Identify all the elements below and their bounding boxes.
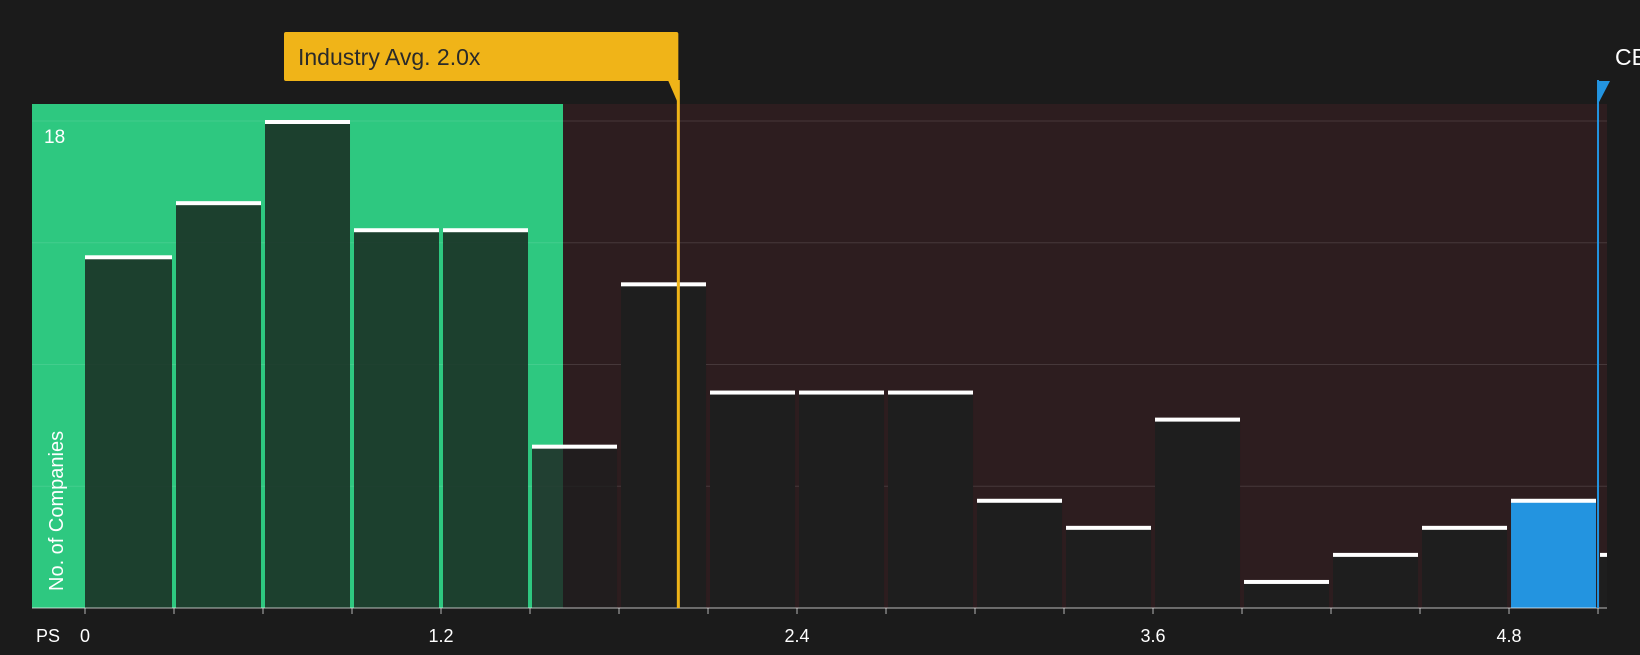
histogram-bar-top xyxy=(443,228,529,233)
histogram-bar-top xyxy=(710,390,796,395)
histogram-bar-top xyxy=(265,120,351,124)
histogram-bar-top xyxy=(1511,498,1597,503)
company-label: CECO 5.1x xyxy=(1615,44,1640,70)
histogram-bar-top xyxy=(1333,552,1419,557)
x-tick-label: 3.6 xyxy=(1140,626,1165,646)
histogram-bar xyxy=(265,121,351,608)
x-tick-label: 1.2 xyxy=(428,626,453,646)
histogram-bar-top xyxy=(1155,417,1241,422)
histogram-bar xyxy=(1244,580,1330,608)
histogram-bar-top xyxy=(85,255,173,260)
x-axis-label: PS xyxy=(36,626,60,646)
histogram-bar xyxy=(85,256,173,608)
histogram-bar-top xyxy=(1244,579,1330,584)
histogram-bar xyxy=(1600,553,1607,608)
histogram-bar xyxy=(710,391,796,608)
histogram-bar-top xyxy=(621,282,707,287)
histogram-bar xyxy=(354,229,440,608)
company-pointer xyxy=(1598,81,1611,104)
histogram-bar-top xyxy=(799,390,885,395)
histogram-bar xyxy=(888,391,974,608)
industry-average-label: Industry Avg. 2.0x xyxy=(298,44,481,70)
histogram-bar xyxy=(1511,499,1597,608)
y-axis-label: No. of Companies xyxy=(46,431,68,591)
histogram-bar xyxy=(1333,553,1419,608)
histogram-bar-top xyxy=(1600,552,1607,557)
x-tick-label: 4.8 xyxy=(1497,626,1522,646)
histogram-bar xyxy=(799,391,885,608)
histogram-bar-top xyxy=(354,228,440,233)
histogram-bar-top xyxy=(176,201,262,206)
histogram-bar xyxy=(977,499,1063,608)
histogram-bar xyxy=(443,229,529,608)
histogram-bar xyxy=(1422,526,1508,608)
histogram-bar xyxy=(1066,526,1152,608)
histogram-bar xyxy=(621,283,707,608)
chart-svg: 01.22.43.64.86+PS18No. of CompaniesIndus… xyxy=(32,32,1640,646)
x-tick-label: 0 xyxy=(80,626,90,646)
histogram-bar-top xyxy=(1422,525,1508,530)
histogram-bar-top xyxy=(532,444,618,449)
ps-ratio-histogram: 01.22.43.64.86+PS18No. of CompaniesIndus… xyxy=(0,0,1640,650)
y-max-label: 18 xyxy=(44,127,65,148)
histogram-bar-top xyxy=(977,498,1063,503)
x-tick-label: 2.4 xyxy=(784,626,809,646)
histogram-bar xyxy=(1155,418,1241,608)
histogram-bar-top xyxy=(1066,525,1152,530)
histogram-bar xyxy=(176,202,262,608)
histogram-bar-top xyxy=(888,390,974,395)
histogram-bar xyxy=(532,445,618,608)
